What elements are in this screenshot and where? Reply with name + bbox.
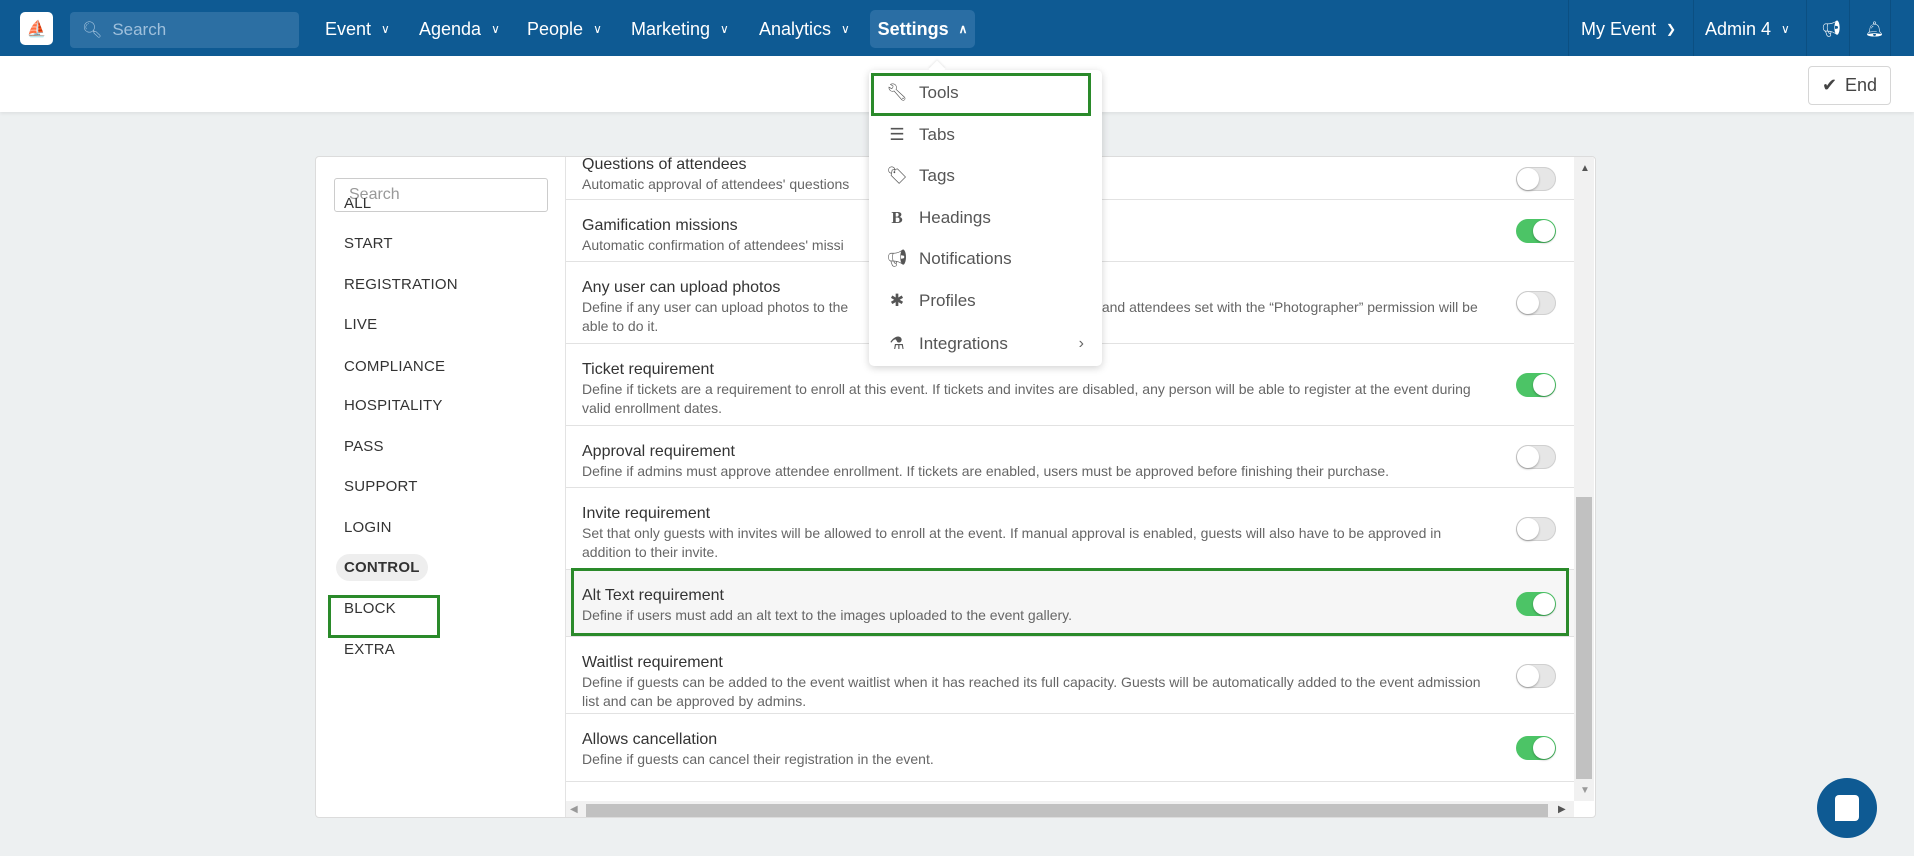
alt-text-highlight-box — [571, 568, 1569, 636]
chevron-down-icon: ∨ — [491, 22, 500, 36]
menu-item-tags[interactable]: 🏷︎ Tags — [881, 157, 1090, 195]
category-sidebar: Search ALL START REGISTRATION LIVE COMPLIANC… — [316, 157, 566, 817]
nav-agenda[interactable]: Agenda ∨ — [411, 10, 508, 48]
vertical-scrollbar[interactable]: ▲ ▼ — [1574, 157, 1594, 801]
setting-title: Approval requirement — [582, 443, 735, 460]
nav-event[interactable]: Event ∨ — [317, 10, 398, 48]
chat-support-button[interactable] — [1817, 778, 1877, 838]
category-control[interactable]: CONTROL — [336, 554, 428, 581]
menu-item-tabs[interactable]: ☰ Tabs — [881, 116, 1090, 154]
menu-item-integrations[interactable]: ⚗︎ Integrations › — [881, 325, 1090, 363]
end-button[interactable]: ✔ End — [1808, 66, 1891, 105]
category-compliance[interactable]: COMPLIANCE — [344, 358, 445, 375]
global-search-input[interactable]: 🔍︎ Search — [70, 12, 299, 48]
toggle-switch[interactable] — [1516, 517, 1556, 541]
category-hospitality[interactable]: HOSPITALITY — [344, 397, 443, 414]
setting-row: Invite requirement Set that only guests w… — [566, 488, 1574, 570]
asterisk-icon: ✱ — [889, 290, 905, 310]
my-event-dropdown[interactable]: My Event ❯ — [1573, 10, 1684, 48]
setting-description: Define if guests can be added to the eve… — [582, 674, 1481, 709]
chevron-up-icon: ∧ — [958, 22, 968, 36]
chevron-down-icon: ∨ — [841, 22, 850, 36]
chevron-down-icon: ∨ — [381, 22, 390, 36]
setting-title: Waitlist requirement — [582, 654, 723, 671]
toggle-switch[interactable] — [1516, 736, 1556, 760]
top-navbar: ⛵ 🔍︎ Search Event ∨ Agenda ∨ People ∨ Market… — [0, 0, 1914, 56]
control-highlight-box — [328, 595, 440, 638]
horizontal-scroll-thumb[interactable] — [586, 804, 1548, 817]
chevron-down-icon: ∨ — [593, 22, 602, 36]
setting-description: Define if guests can cancel their regist… — [582, 751, 934, 767]
scroll-down-arrow-icon[interactable]: ▼ — [1580, 785, 1590, 796]
setting-row: Approval requirement Define if admins mus… — [566, 426, 1574, 488]
category-extra[interactable]: EXTRA — [344, 641, 395, 658]
setting-description-part: Define if any user can upload photos to … — [582, 299, 849, 315]
scroll-left-arrow-icon[interactable]: ◀ — [570, 804, 578, 815]
megaphone-icon: 📢︎ — [886, 249, 908, 268]
bold-icon: B — [891, 207, 903, 227]
toggle-switch[interactable] — [1516, 663, 1556, 688]
setting-description: Define if admins must approve attendee e… — [582, 463, 1390, 479]
category-all[interactable]: ALL — [344, 195, 371, 212]
nav-analytics[interactable]: Analytics ∨ — [751, 10, 858, 48]
category-live[interactable]: LIVE — [344, 316, 377, 333]
category-support[interactable]: SUPPORT — [344, 478, 418, 495]
chevron-down-icon: ∨ — [720, 22, 729, 36]
tags-icon: 🏷︎ — [886, 166, 908, 185]
toggle-switch[interactable] — [1516, 291, 1556, 315]
category-registration[interactable]: REGISTRATION — [344, 276, 458, 293]
category-login[interactable]: LOGIN — [344, 519, 392, 536]
setting-row: Allows cancellation Define if guests can … — [566, 714, 1574, 782]
tools-highlight-box — [871, 73, 1091, 116]
toggle-switch[interactable] — [1516, 445, 1556, 469]
chevron-right-icon: › — [1078, 335, 1084, 352]
category-start[interactable]: START — [344, 235, 393, 252]
toggle-switch[interactable] — [1516, 373, 1556, 397]
menu-item-profiles[interactable]: ✱ Profiles — [881, 282, 1090, 320]
notifications-bell-icon[interactable]: 🔔︎ — [1857, 10, 1892, 48]
chat-icon — [1835, 795, 1859, 821]
toggle-switch[interactable] — [1516, 166, 1556, 191]
check-icon: ✔ — [1821, 75, 1838, 95]
chevron-down-icon: ❯ — [1666, 22, 1677, 36]
category-pass[interactable]: PASS — [344, 438, 384, 455]
vertical-scroll-thumb[interactable] — [1576, 497, 1592, 779]
menu-item-headings[interactable]: B Headings — [881, 199, 1090, 237]
app-logo[interactable]: ⛵ — [20, 12, 53, 45]
chevron-down-icon: ∨ — [1781, 22, 1790, 36]
setting-description: Set that only guests with invites will b… — [582, 525, 1442, 560]
nav-marketing[interactable]: Marketing ∨ — [623, 10, 737, 48]
search-icon: 🔍︎ — [82, 22, 103, 39]
menu-item-notifications[interactable]: 📢︎ Notifications — [881, 240, 1090, 278]
flask-icon: ⚗︎ — [889, 334, 905, 353]
horizontal-scrollbar[interactable]: ◀ ▶ — [566, 801, 1574, 817]
list-check-icon: ☰ — [889, 124, 905, 144]
announcements-megaphone-icon[interactable]: 📢︎ — [1813, 10, 1849, 48]
scroll-right-arrow-icon[interactable]: ▶ — [1558, 804, 1566, 815]
admin-user-menu[interactable]: Admin 4 ∨ — [1697, 10, 1798, 48]
toggle-switch[interactable] — [1516, 219, 1556, 243]
setting-description: Define if tickets are a requirement to e… — [582, 381, 1471, 416]
nav-settings[interactable]: Settings ∧ — [870, 10, 975, 48]
setting-title: Invite requirement — [582, 505, 711, 522]
nav-people[interactable]: People ∨ — [519, 10, 610, 48]
setting-title: Allows cancellation — [582, 731, 718, 748]
setting-row: Waitlist requirement Define if guests can… — [566, 637, 1574, 714]
scroll-up-arrow-icon[interactable]: ▲ — [1580, 163, 1590, 174]
